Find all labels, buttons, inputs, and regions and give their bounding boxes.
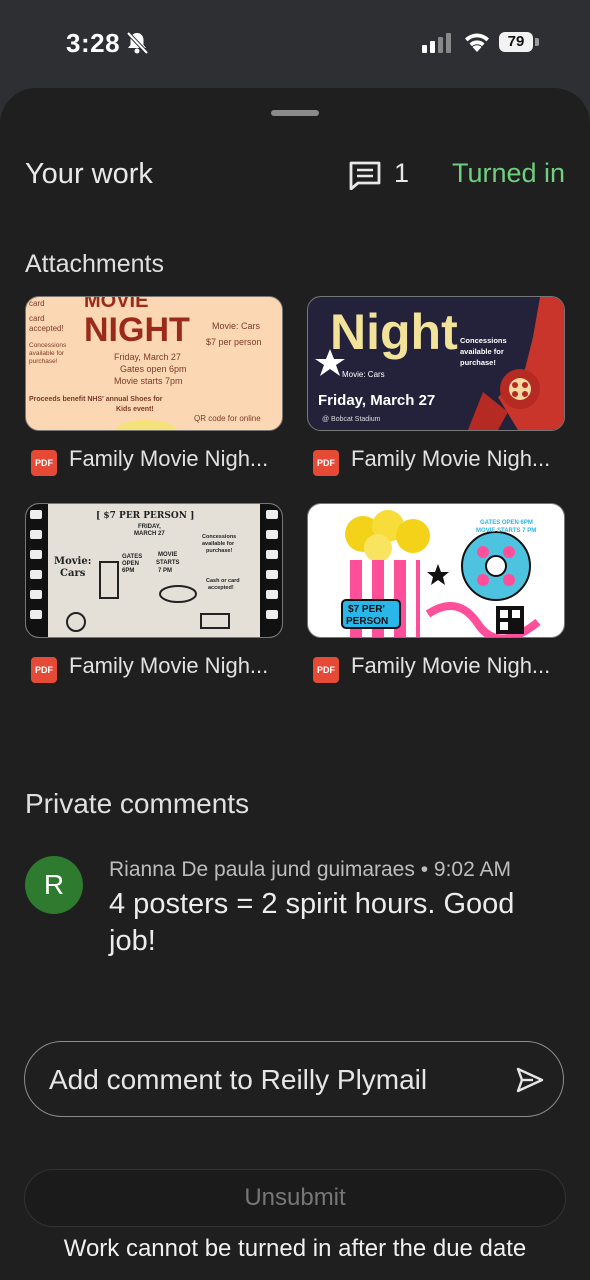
svg-text:Concessions: Concessions [202,534,236,540]
drag-handle[interactable] [271,110,319,116]
comment-input-placeholder[interactable]: Add comment to Reilly Plymail [49,1064,427,1096]
svg-text:@ Bobcat Stadium: @ Bobcat Stadium [322,416,381,423]
battery-percent: 79 [507,33,525,50]
svg-text:GATES OPEN 6PM: GATES OPEN 6PM [480,520,533,526]
attachment-name[interactable]: Family Movie Nigh... [351,653,567,679]
unsubmit-button[interactable]: Unsubmit [24,1169,566,1227]
svg-text:Kids event!: Kids event! [116,406,154,413]
svg-text:Cars: Cars [60,568,86,579]
comment-author: Rianna De paula jund guimaraes [109,858,415,881]
svg-text:MOVIE: MOVIE [84,297,148,312]
poster-preview: $7 PER' PERSON GATES OPEN 6PM MOVIE STAR… [341,510,541,637]
bell-off-icon [126,31,149,55]
attachment-name-row[interactable]: PDF Family Movie Nigh... [31,653,285,683]
attachment-name-row[interactable]: PDF Family Movie Nigh... [313,446,567,476]
svg-text:Night: Night [330,304,458,360]
avatar: R [25,856,83,914]
svg-text:accepted!: accepted! [208,585,234,591]
svg-text:Proceeds benefit NHS' annual S: Proceeds benefit NHS' annual Shoes for [29,396,163,403]
comment-meta: Rianna De paula jund guimaraes • 9:02 AM [109,858,511,882]
svg-text:GATES: GATES [122,554,142,560]
sheet-title: Your work [25,158,153,190]
svg-text:card: card [29,299,45,308]
poster-preview: [ $7 PER PERSON ] FRIDAY, MARCH 27 Conce… [26,504,282,637]
svg-text:Movie:: Movie: [54,556,91,567]
svg-text:purchase!: purchase! [29,358,58,365]
svg-text:Gates open 6pm: Gates open 6pm [120,364,187,374]
svg-text:Friday, March 27: Friday, March 27 [318,392,435,409]
svg-text:Movie: Cars: Movie: Cars [212,321,261,331]
svg-text:MOVIE: MOVIE [158,552,177,558]
svg-text:$7 per person: $7 per person [206,337,262,347]
svg-text:purchase!: purchase! [206,548,232,554]
attachment-thumbnail[interactable]: card card accepted! Concessions availabl… [25,296,283,431]
poster-preview: card card accepted! Concessions availabl… [29,297,262,430]
svg-text:MOVIE STARTS 7 PM: MOVIE STARTS 7 PM [476,528,536,534]
svg-text:MARCH 27: MARCH 27 [134,531,165,537]
battery-icon: 79 [499,32,541,54]
svg-text:purchase!: purchase! [460,358,496,367]
svg-text:NIGHT: NIGHT [84,311,190,349]
svg-text:Cash or card: Cash or card [206,578,240,584]
svg-text:QR code for online: QR code for online [194,414,261,423]
svg-text:Concessions: Concessions [29,342,67,349]
turned-in-status: Turned in [452,158,566,188]
attachment-thumbnail[interactable]: Night Concessions available for purchase… [307,296,565,431]
your-work-sheet: Your work 1 Turned in Attachments card c… [0,88,590,1280]
comment-text: 4 posters = 2 spirit hours. Good job! [109,888,515,957]
attachment-name[interactable]: Family Movie Nigh... [351,446,567,472]
pdf-icon: PDF [313,657,339,683]
svg-text:[ $7 PER PERSON ]: [ $7 PER PERSON ] [96,511,194,521]
svg-text:Movie starts 7pm: Movie starts 7pm [114,376,183,386]
wifi-icon [465,33,489,52]
svg-text:FRIDAY,: FRIDAY, [138,524,161,530]
private-comments-heading: Private comments [25,788,250,819]
svg-text:PERSON: PERSON [346,616,388,627]
svg-text:card: card [29,314,45,323]
svg-text:Concessions: Concessions [460,336,507,345]
pdf-icon: PDF [313,450,339,476]
status-time: 3:28 [66,28,121,58]
send-icon[interactable] [515,1066,545,1094]
svg-text:$7 PER': $7 PER' [348,604,385,615]
svg-text:available for: available for [29,350,65,357]
pdf-icon: PDF [31,657,57,683]
pdf-icon: PDF [31,450,57,476]
attachment-name[interactable]: Family Movie Nigh... [69,653,285,679]
attachment-thumbnail[interactable]: [ $7 PER PERSON ] FRIDAY, MARCH 27 Conce… [25,503,283,638]
add-comment-field[interactable]: Add comment to Reilly Plymail [24,1041,564,1117]
attachment-thumbnail[interactable]: $7 PER' PERSON GATES OPEN 6PM MOVIE STAR… [307,503,565,638]
svg-text:accepted!: accepted! [29,324,64,333]
svg-text:available for: available for [460,347,504,356]
svg-text:Friday, March 27: Friday, March 27 [114,352,181,362]
poster-preview: Night Concessions available for purchase… [315,297,564,430]
svg-text:6PM: 6PM [122,568,134,574]
svg-text:available for: available for [202,541,235,547]
svg-text:Movie: Cars: Movie: Cars [342,370,385,379]
attachment-name-row[interactable]: PDF Family Movie Nigh... [313,653,567,683]
meta-separator: • [420,858,434,881]
comment-icon[interactable] [348,160,382,190]
due-date-note: Work cannot be turned in after the due d… [63,1235,527,1262]
comment-time: 9:02 AM [433,858,511,881]
svg-text:OPEN: OPEN [122,561,139,567]
svg-text:7 PM: 7 PM [158,568,172,574]
attachments-heading: Attachments [25,250,164,278]
cellular-signal-icon [422,33,451,53]
status-bar: 3:28 79 [0,0,590,88]
comment-count[interactable]: 1 [394,158,409,189]
attachment-name[interactable]: Family Movie Nigh... [69,446,285,472]
svg-text:STARTS: STARTS [156,560,180,566]
attachment-name-row[interactable]: PDF Family Movie Nigh... [31,446,285,476]
